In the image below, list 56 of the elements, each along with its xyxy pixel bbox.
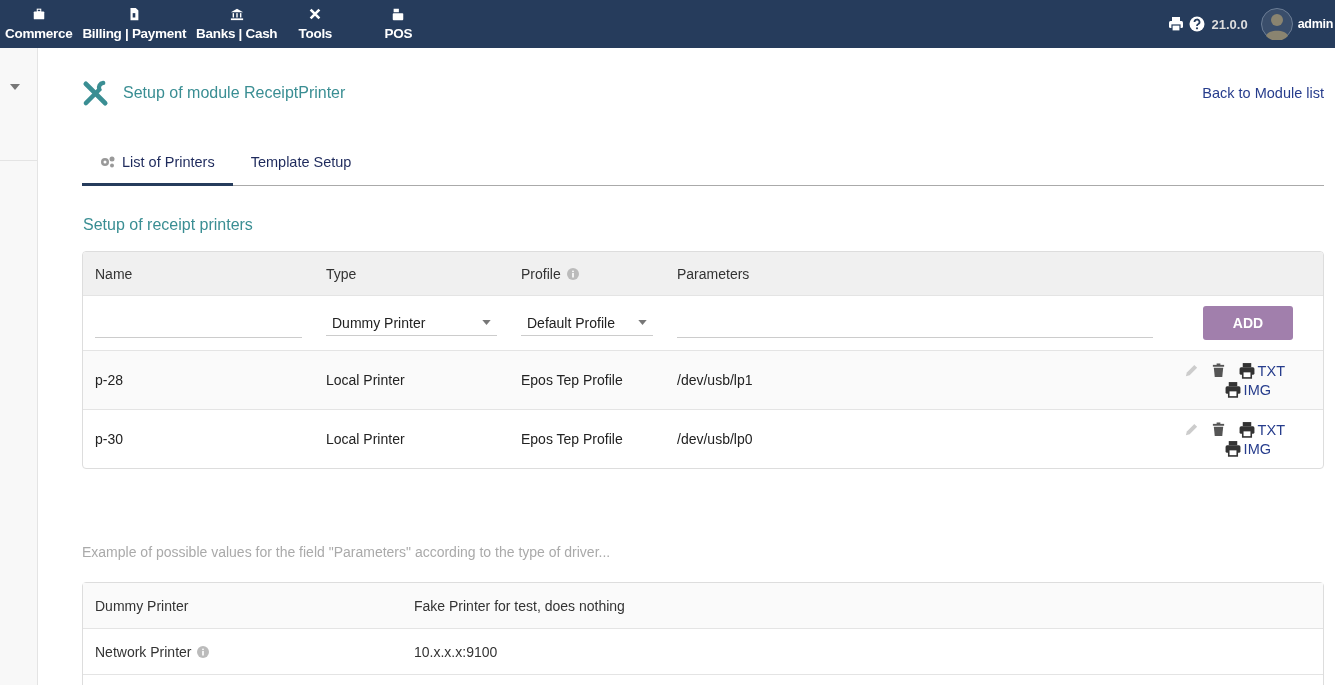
trash-icon[interactable] — [1210, 363, 1226, 378]
gears-icon — [100, 156, 116, 168]
info-icon[interactable] — [197, 645, 210, 658]
print-image-link[interactable]: IMG — [1223, 440, 1271, 457]
print-text-link[interactable]: TXT — [1237, 362, 1285, 379]
examples-note: Example of possible values for the field "Parameters" according to the type of driver... — [82, 544, 612, 560]
table-cell-text: /dev/usb/lp1 — [676, 372, 754, 388]
caret-icon — [482, 320, 491, 325]
help-icon[interactable] — [1188, 16, 1205, 32]
briefcase-icon — [31, 7, 46, 21]
printer-icon — [1237, 362, 1256, 379]
profile-select[interactable]: Default Profile — [521, 310, 653, 336]
avatar-icon[interactable] — [1260, 8, 1293, 40]
page-title: Setup of module ReceiptPrinter — [123, 84, 346, 102]
column-header: Profile — [521, 265, 561, 282]
tools-icon — [82, 79, 109, 107]
menu-item[interactable]: Banks | Cash — [191, 7, 283, 41]
printer-icon — [1237, 421, 1256, 438]
section-title: Setup of receipt printers — [83, 216, 254, 234]
column-header: Parameters — [677, 265, 750, 282]
edit-icon[interactable] — [1183, 422, 1199, 437]
menu-item[interactable]: POS — [362, 7, 435, 41]
back-link[interactable]: Back to Module list — [1202, 85, 1324, 101]
printer-icon — [1223, 440, 1242, 457]
tab[interactable]: Template Setup — [232, 148, 370, 186]
menu-item[interactable]: Tools — [282, 7, 349, 41]
table-cell-text: Epos Tep Profile — [520, 372, 624, 388]
driver-name: Dummy Printer — [95, 597, 189, 614]
printer-icon[interactable] — [1167, 16, 1184, 32]
example-value: Fake Printer for test, does nothing — [414, 597, 625, 614]
caret-icon — [638, 320, 647, 325]
column-header: Name — [95, 265, 133, 282]
table-cell-text: Epos Tep Profile — [520, 431, 624, 447]
menu-item[interactable]: Billing | Payment — [77, 7, 192, 41]
table-cell-text: p-30 — [94, 431, 125, 447]
user-name[interactable]: admin — [1297, 17, 1333, 31]
table-cell-text: p-28 — [94, 372, 125, 388]
tab[interactable]: List of Printers — [82, 148, 233, 186]
menu-item[interactable]: Commerce — [0, 7, 78, 41]
trash-icon[interactable] — [1210, 422, 1226, 437]
bank-icon — [229, 7, 244, 21]
table-cell-text: Local Printer — [325, 372, 406, 388]
table-cell-text: Local Printer — [325, 431, 406, 447]
caret-icon[interactable] — [10, 84, 20, 90]
printer-icon — [1223, 381, 1242, 398]
example-value: 10.x.x.x:9100 — [414, 643, 498, 660]
info-icon[interactable] — [566, 267, 579, 280]
driver-name: Network Printer — [95, 643, 192, 660]
column-header: Type — [326, 265, 357, 282]
type-select[interactable]: Dummy Printer — [326, 310, 497, 336]
print-text-link[interactable]: TXT — [1237, 421, 1285, 438]
version-label: 21.0.0 — [1211, 16, 1248, 32]
table-cell-text: /dev/usb/lp0 — [676, 431, 754, 447]
tools-icon — [308, 7, 323, 21]
print-image-link[interactable]: IMG — [1223, 381, 1271, 398]
register-icon — [391, 7, 406, 21]
